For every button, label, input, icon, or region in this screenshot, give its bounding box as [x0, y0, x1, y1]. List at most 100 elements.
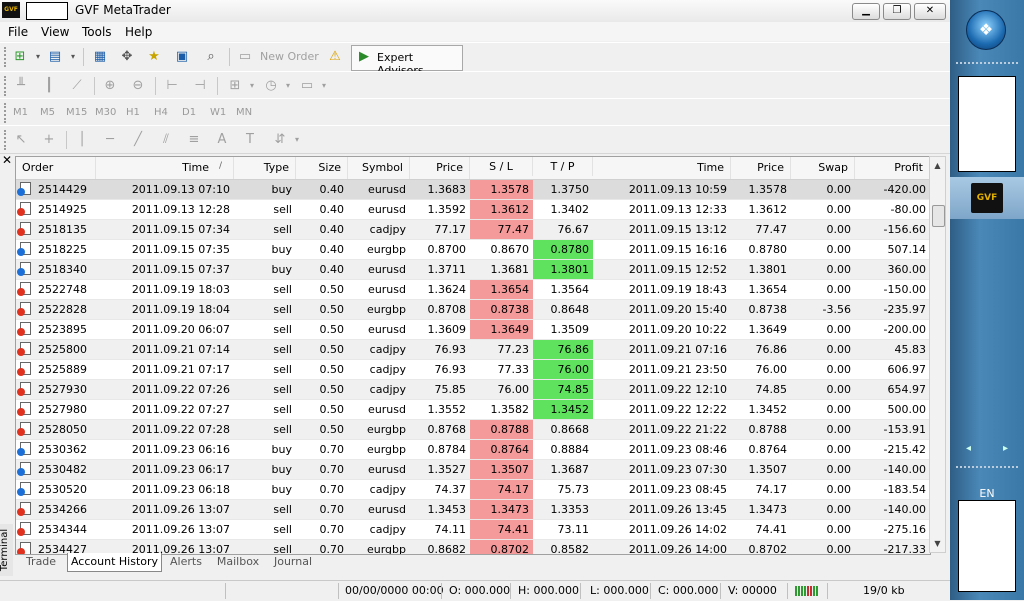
column-header-close-time[interactable]: Time	[593, 157, 731, 179]
vertical-line-icon[interactable]: │	[73, 131, 91, 149]
table-row[interactable]: 2528050 2011.09.22 07:28 sell 0.50 eurgbp 0.8…	[16, 420, 930, 440]
chevron-down-icon[interactable]: ▾	[279, 77, 297, 95]
start-button[interactable]: ❖	[966, 10, 1006, 50]
taskbar-scroll[interactable]: ◂ ▸	[950, 443, 1024, 457]
language-indicator[interactable]: EN	[950, 487, 1024, 500]
chart-shift-icon[interactable]: ⊣	[191, 77, 209, 95]
chevron-down-icon[interactable]: ▾	[288, 131, 306, 149]
column-header-swap[interactable]: Swap	[791, 157, 855, 179]
tab-trade[interactable]: Trade	[19, 553, 63, 571]
profiles-icon[interactable]: ▤	[46, 48, 64, 66]
maximize-button[interactable]: ❐	[883, 3, 911, 20]
timeframe-d1[interactable]: D1	[182, 107, 196, 118]
timeframe-h4[interactable]: H4	[154, 107, 168, 118]
scroll-down-icon[interactable]: ▼	[932, 538, 943, 549]
taskbar-scroll-right-icon[interactable]: ▸	[987, 443, 1024, 454]
tab-account-history[interactable]: Account History	[67, 553, 162, 572]
table-row[interactable]: 2530520 2011.09.23 06:18 buy 0.70 cadjpy 74.3…	[16, 480, 930, 500]
table-row[interactable]: 2518340 2011.09.15 07:37 buy 0.40 eurusd 1.37…	[16, 260, 930, 280]
timeframe-m30[interactable]: M30	[95, 107, 116, 118]
trendline-icon[interactable]: ╱	[129, 131, 147, 149]
table-row[interactable]: 2522828 2011.09.19 18:04 sell 0.50 eurgbp 0.8…	[16, 300, 930, 320]
text-label-icon[interactable]: T	[241, 131, 259, 149]
navigator-icon[interactable]: ✥	[118, 48, 136, 66]
timeframe-m5[interactable]: M5	[40, 107, 55, 118]
warning-icon[interactable]: ⚠	[326, 48, 344, 66]
expert-advisors-button[interactable]: ▶ Expert Advisors	[351, 45, 463, 77]
column-header-stop-loss[interactable]: S / L	[470, 157, 533, 176]
column-header-size[interactable]: Size	[296, 157, 348, 179]
minimize-button[interactable]: ▁	[852, 3, 880, 20]
chevron-down-icon[interactable]: ▾	[64, 48, 82, 66]
scrollbar-thumb[interactable]	[932, 205, 945, 227]
table-row[interactable]: 2514429 2011.09.13 07:10 buy 0.40 eurusd 1.36…	[16, 180, 930, 200]
auto-scroll-icon[interactable]: ⊢	[163, 77, 181, 95]
column-header-open-time[interactable]: Time	[96, 157, 234, 179]
toolbar-grip[interactable]	[4, 47, 9, 67]
text-icon[interactable]: A	[213, 131, 231, 149]
toolbar-grip[interactable]	[4, 76, 9, 96]
zoom-out-icon[interactable]: ⊖	[129, 77, 147, 95]
table-row[interactable]: 2534344 2011.09.26 13:07 sell 0.70 cadjpy 74.…	[16, 520, 930, 540]
taskbar-scroll-left-icon[interactable]: ◂	[950, 443, 987, 454]
new-order-button[interactable]: New Order	[260, 50, 319, 63]
timeframe-m1[interactable]: M1	[13, 107, 28, 118]
zoom-in-icon[interactable]: ⊕	[101, 77, 119, 95]
tester-icon[interactable]: ⌕	[202, 48, 220, 66]
taskbar-grip[interactable]	[956, 62, 1018, 70]
table-row[interactable]: 2523895 2011.09.20 06:07 sell 0.50 eurusd 1.3…	[16, 320, 930, 340]
candlestick-icon[interactable]: ┃	[40, 77, 58, 95]
table-row[interactable]: 2522748 2011.09.19 18:03 sell 0.50 eurusd 1.3…	[16, 280, 930, 300]
table-row[interactable]: 2530482 2011.09.23 06:17 buy 0.70 eurusd 1.35…	[16, 460, 930, 480]
column-header-close-price[interactable]: Price	[731, 157, 791, 179]
line-chart-icon[interactable]: ⟋	[68, 77, 86, 95]
equidistant-channel-icon[interactable]: ⫽	[157, 131, 175, 149]
chevron-down-icon[interactable]: ▾	[29, 48, 47, 66]
table-row[interactable]: 2527980 2011.09.22 07:27 sell 0.50 eurusd 1.3…	[16, 400, 930, 420]
tab-journal[interactable]: Journal	[269, 553, 317, 571]
column-header-type[interactable]: Type	[234, 157, 296, 179]
close-button[interactable]: ✕	[914, 3, 946, 20]
timeframe-mn[interactable]: MN	[236, 107, 252, 118]
chevron-down-icon[interactable]: ▾	[315, 77, 333, 95]
column-header-take-profit[interactable]: T / P	[533, 157, 593, 176]
indicators-icon[interactable]: ⊞	[226, 77, 244, 95]
scroll-up-icon[interactable]: ▲	[932, 160, 943, 171]
tab-mailbox[interactable]: Mailbox	[213, 553, 263, 571]
tab-alerts[interactable]: Alerts	[165, 553, 207, 571]
toolbar-grip[interactable]	[4, 103, 9, 123]
timeframe-w1[interactable]: W1	[210, 107, 226, 118]
fibonacci-icon[interactable]: ≡	[185, 131, 203, 149]
table-row[interactable]: 2525800 2011.09.21 07:14 sell 0.50 cadjpy 76.…	[16, 340, 930, 360]
bar-chart-icon[interactable]: ╨	[12, 77, 30, 95]
templates-icon[interactable]: ▭	[298, 77, 316, 95]
terminal-close-icon[interactable]: ✕	[2, 154, 14, 166]
cursor-icon[interactable]: ↖	[12, 131, 30, 149]
table-row[interactable]: 2518135 2011.09.15 07:34 sell 0.40 cadjpy 77.…	[16, 220, 930, 240]
vertical-scrollbar[interactable]: ▲ ▼	[929, 156, 946, 553]
chevron-down-icon[interactable]: ▾	[243, 77, 261, 95]
menu-tools[interactable]: Tools	[82, 25, 112, 39]
timeframe-h1[interactable]: H1	[126, 107, 140, 118]
arrows-icon[interactable]: ⇵	[271, 131, 289, 149]
timeframe-m15[interactable]: M15	[66, 107, 87, 118]
table-row[interactable]: 2530362 2011.09.23 06:16 buy 0.70 eurgbp 0.87…	[16, 440, 930, 460]
taskbar-app-metatrader[interactable]: GVF	[950, 177, 1024, 219]
table-row[interactable]: 2514925 2011.09.13 12:28 sell 0.40 eurusd 1.3…	[16, 200, 930, 220]
column-header-order[interactable]: Order	[16, 157, 96, 179]
favorites-icon[interactable]: ★	[145, 48, 163, 66]
taskbar-grip[interactable]	[956, 466, 1018, 474]
menu-file[interactable]: File	[8, 25, 28, 39]
table-row[interactable]: 2518225 2011.09.15 07:35 buy 0.40 eurgbp 0.87…	[16, 240, 930, 260]
column-header-symbol[interactable]: Symbol	[348, 157, 410, 179]
periods-icon[interactable]: ◷	[262, 77, 280, 95]
table-row[interactable]: 2534266 2011.09.26 13:07 sell 0.70 eurusd 1.3…	[16, 500, 930, 520]
column-header-profit[interactable]: Profit	[855, 157, 930, 179]
horizontal-line-icon[interactable]: ─	[101, 131, 119, 149]
terminal-icon[interactable]: ▣	[173, 48, 191, 66]
market-watch-icon[interactable]: ▦	[91, 48, 109, 66]
table-row[interactable]: 2527930 2011.09.22 07:26 sell 0.50 cadjpy 75.…	[16, 380, 930, 400]
column-header-open-price[interactable]: Price	[410, 157, 470, 179]
new-chart-icon[interactable]: ⊞	[11, 48, 29, 66]
menu-help[interactable]: Help	[125, 25, 152, 39]
